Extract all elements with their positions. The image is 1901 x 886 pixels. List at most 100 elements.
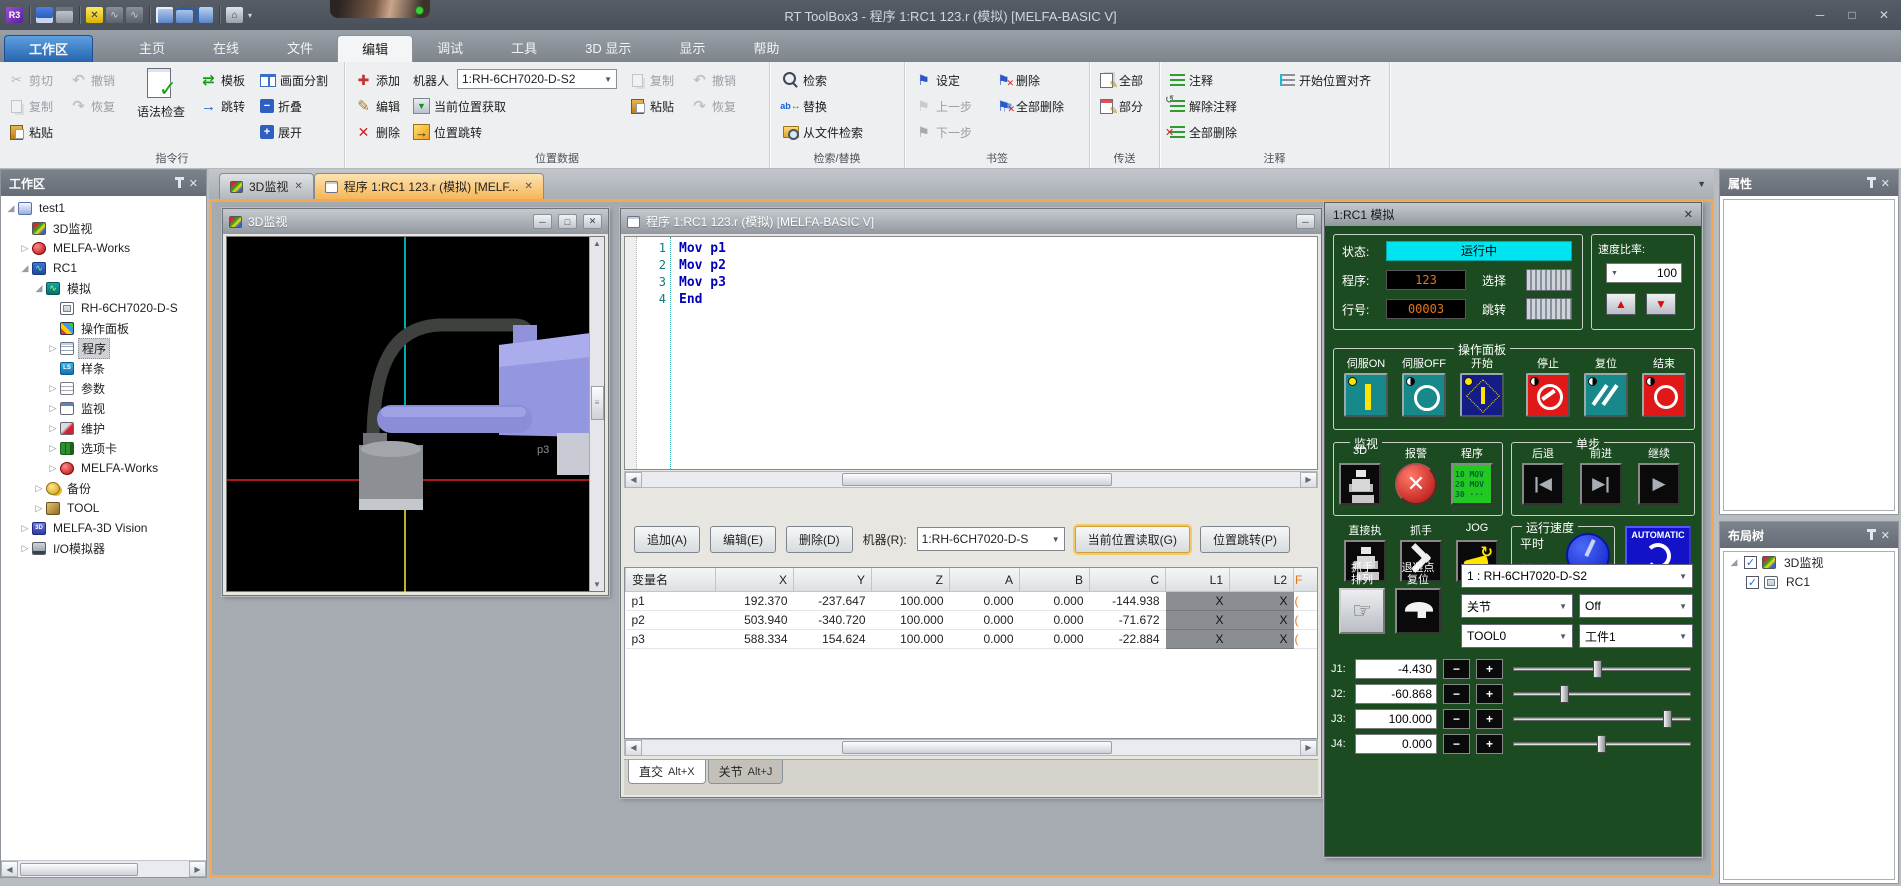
joint-plus-button[interactable]: + bbox=[1476, 709, 1503, 729]
hand-state-dropdown[interactable]: Off▼ bbox=[1579, 594, 1693, 618]
tree-expander-icon[interactable] bbox=[33, 283, 45, 294]
zoom-window-icon[interactable]: ⌂ bbox=[226, 7, 243, 23]
tab-orthogonal[interactable]: 直交Alt+X bbox=[628, 760, 706, 784]
col-l1[interactable]: L1 bbox=[1166, 568, 1230, 592]
scroll-up-icon[interactable]: ▲ bbox=[593, 239, 601, 248]
cut-button[interactable]: 剪切 bbox=[6, 68, 55, 92]
tab-joint[interactable]: 关节Alt+J bbox=[708, 760, 784, 784]
transfer-part-button[interactable]: 部分 bbox=[1096, 94, 1145, 118]
tree-item[interactable]: 备份 bbox=[1, 478, 206, 498]
alarm-button[interactable] bbox=[1395, 463, 1437, 505]
tab-edit[interactable]: 编辑 bbox=[337, 35, 413, 62]
bookmark-set-button[interactable]: 设定 bbox=[913, 68, 962, 92]
scroll-thumb[interactable] bbox=[20, 863, 138, 876]
save-icon[interactable] bbox=[36, 7, 53, 23]
col-l2[interactable]: L2 bbox=[1230, 568, 1294, 592]
doc-tab-program[interactable]: 程序 1:RC1 123.r (模拟) [MELF... ✕ bbox=[314, 173, 544, 199]
undo-position-button[interactable]: 撤销 bbox=[689, 68, 738, 92]
tab-online[interactable]: 在线 bbox=[189, 35, 263, 62]
syntax-check-button[interactable]: 语法检查 bbox=[128, 68, 194, 146]
tab-close-icon[interactable]: ✕ bbox=[294, 181, 302, 192]
position-row[interactable]: p1 192.370 -237.647 100.000 0.000 0.000 … bbox=[626, 592, 1318, 611]
simulation-toggle-icon[interactable]: ✕ bbox=[86, 7, 103, 23]
joint-minus-button[interactable]: − bbox=[1443, 734, 1470, 754]
tree-item[interactable]: 模拟 bbox=[1, 278, 206, 298]
cell-name[interactable]: p1 bbox=[626, 592, 716, 611]
scroll-left-icon[interactable]: ◀ bbox=[625, 740, 642, 756]
scroll-thumb[interactable]: ≡ bbox=[591, 386, 604, 420]
col-f[interactable]: F bbox=[1294, 568, 1318, 592]
redo-position-button[interactable]: 恢复 bbox=[689, 94, 738, 118]
delete-position-button[interactable]: 删除 bbox=[353, 120, 402, 144]
start-button[interactable] bbox=[1460, 373, 1504, 417]
monitor-3d-button[interactable] bbox=[1339, 463, 1381, 505]
tab-file[interactable]: 文件 bbox=[263, 35, 337, 62]
toolbar-options-chevron-icon[interactable]: ▾ bbox=[248, 11, 252, 20]
expand-button[interactable]: 展开 bbox=[258, 120, 304, 144]
tree-item[interactable]: RC1 bbox=[1, 258, 206, 278]
position-row[interactable]: p2 503.940 -340.720 100.000 0.000 0.000 … bbox=[626, 611, 1318, 630]
code-line[interactable]: Mov p3 bbox=[671, 275, 1317, 292]
joint-value-field[interactable]: 0.000 bbox=[1355, 734, 1437, 754]
tree-item[interactable]: test1 bbox=[1, 198, 206, 218]
position-jump-button[interactable]: 位置跳转 bbox=[411, 120, 484, 144]
code-line[interactable]: End bbox=[671, 292, 1317, 309]
position-jump-button[interactable]: 位置跳转(P) bbox=[1200, 526, 1290, 553]
scroll-right-icon[interactable]: ▶ bbox=[189, 861, 206, 877]
copy-position-button[interactable]: 复制 bbox=[627, 68, 676, 92]
speed-ratio-field[interactable]: ▼100 bbox=[1606, 263, 1682, 283]
tree-expander-icon[interactable] bbox=[19, 243, 31, 254]
bookmark-prev-button[interactable]: 上一步 bbox=[913, 94, 974, 118]
tool-dropdown[interactable]: TOOL0▼ bbox=[1461, 624, 1573, 648]
comment-delete-all-button[interactable]: 全部删除 bbox=[1168, 120, 1239, 144]
step-back-button[interactable]: |◀ bbox=[1522, 463, 1564, 505]
joint-minus-button[interactable]: − bbox=[1443, 684, 1470, 704]
scroll-left-icon[interactable]: ◀ bbox=[625, 472, 642, 488]
tree-item[interactable]: TOOL bbox=[1, 498, 206, 518]
add-position-button[interactable]: 添加 bbox=[353, 68, 402, 92]
close-icon[interactable]: ✕ bbox=[1684, 208, 1693, 221]
joint-slider[interactable] bbox=[1513, 660, 1691, 678]
table-hscrollbar[interactable]: ◀ ▶ bbox=[624, 739, 1318, 756]
joint-value-field[interactable]: -4.430 bbox=[1355, 659, 1437, 679]
work-dropdown[interactable]: 工件1▼ bbox=[1579, 624, 1693, 648]
retreat-reset-button[interactable] bbox=[1395, 588, 1441, 634]
transfer-all-button[interactable]: 全部 bbox=[1096, 68, 1145, 92]
end-button[interactable] bbox=[1642, 373, 1686, 417]
joint-plus-button[interactable]: + bbox=[1476, 659, 1503, 679]
program-titlebar[interactable]: 程序 1:RC1 123.r (模拟) [MELFA-BASIC V] ─ bbox=[621, 209, 1321, 234]
pin-icon[interactable] bbox=[178, 179, 181, 188]
tree-item[interactable]: 参数 bbox=[1, 378, 206, 398]
joint-plus-button[interactable]: + bbox=[1476, 734, 1503, 754]
tree-expander-icon[interactable] bbox=[19, 263, 31, 274]
hand-align-button[interactable]: ☞ bbox=[1339, 588, 1385, 634]
tree-expander-icon[interactable] bbox=[33, 483, 45, 494]
copy-button[interactable]: 复制 bbox=[6, 94, 55, 118]
joint-minus-button[interactable]: − bbox=[1443, 709, 1470, 729]
tab-list-chevron-icon[interactable]: ▼ bbox=[1697, 179, 1706, 189]
tile-horizontal-icon[interactable] bbox=[176, 7, 193, 23]
jog-mode-dropdown[interactable]: 关节▼ bbox=[1461, 594, 1573, 618]
step-forward-button[interactable]: ▶| bbox=[1580, 463, 1622, 505]
read-current-position-button[interactable]: 当前位置读取(G) bbox=[1075, 526, 1190, 553]
panel-close-icon[interactable]: ✕ bbox=[189, 177, 198, 190]
tree-item[interactable]: 3D监视 bbox=[1, 218, 206, 238]
paste-position-button[interactable]: 粘贴 bbox=[627, 94, 676, 118]
tab-help[interactable]: 帮助 bbox=[729, 35, 803, 62]
minimize-button[interactable]: ─ bbox=[1809, 8, 1831, 22]
joint-plus-button[interactable]: + bbox=[1476, 684, 1503, 704]
position-row[interactable]: p3 588.334 154.624 100.000 0.000 0.000 -… bbox=[626, 630, 1318, 649]
speed-down-button[interactable] bbox=[1646, 293, 1676, 315]
cell-name[interactable]: p3 bbox=[626, 630, 716, 649]
close-button[interactable]: ✕ bbox=[583, 214, 602, 229]
doc-tab-3d-monitor[interactable]: 3D监视 ✕ bbox=[219, 173, 314, 199]
code-line[interactable]: Mov p1 bbox=[671, 241, 1317, 258]
tree-expander-icon[interactable] bbox=[47, 443, 59, 454]
scroll-left-icon[interactable]: ◀ bbox=[1, 861, 18, 877]
code-editor[interactable]: 1234 Mov p1Mov p2Mov p3End bbox=[624, 236, 1318, 470]
3d-monitor-titlebar[interactable]: 3D监视 ─ □ ✕ bbox=[223, 209, 608, 234]
code-hscrollbar[interactable]: ◀ ▶ bbox=[624, 471, 1318, 488]
properties-content[interactable] bbox=[1723, 199, 1895, 511]
undo-button[interactable]: 撤销 bbox=[68, 68, 117, 92]
replace-button[interactable]: 替换 bbox=[780, 94, 829, 118]
